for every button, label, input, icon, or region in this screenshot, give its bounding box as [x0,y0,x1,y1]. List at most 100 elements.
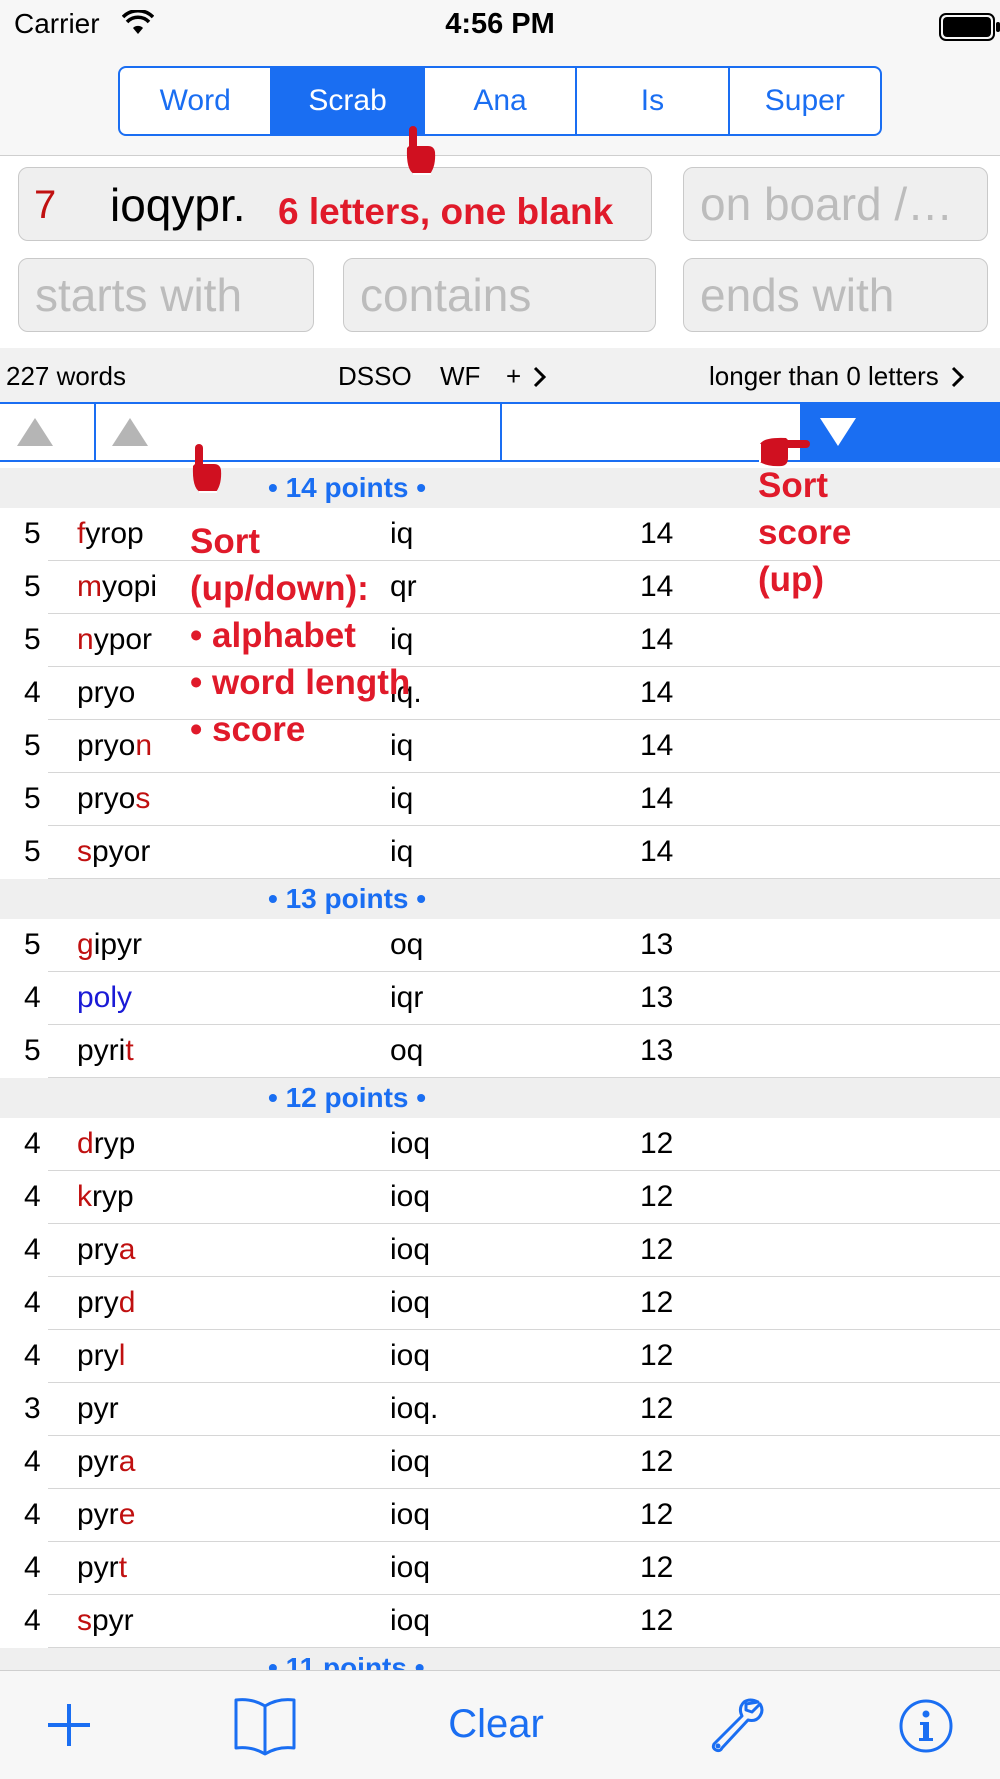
unused-letters: ioq [390,1339,431,1372]
unused-letters: ioq. [390,1392,439,1425]
word-score: 12 [640,1286,674,1319]
unused-letters: ioq [390,1127,431,1160]
word-score: 14 [640,570,674,603]
list-item[interactable]: 4 pryl ioq 12 [0,1330,1000,1383]
word-text: pyre [77,1498,136,1531]
word-text: dryp [77,1127,136,1160]
list-item[interactable]: 4 pryo iq. 14 [0,667,1000,720]
list-item[interactable]: 4 pyra ioq 12 [0,1436,1000,1489]
contains-placeholder: contains [360,269,532,321]
list-item[interactable]: 4 pryd ioq 12 [0,1277,1000,1330]
list-item[interactable]: 3 pyr ioq. 12 [0,1383,1000,1436]
word-score: 12 [640,1180,674,1213]
starts-with-field[interactable]: starts with [18,258,314,332]
word-text: pyr [77,1392,119,1425]
word-text: kryp [77,1180,134,1213]
letter-count: 7 [34,183,57,227]
book-icon[interactable] [232,1696,298,1756]
word-length: 4 [24,1498,41,1531]
word-length: 5 [24,623,41,656]
sort-annotation: Sort (up/down): • alphabet • word length • s… [190,518,410,753]
word-score: 14 [640,782,674,815]
sort-by-length-button[interactable] [0,404,94,460]
ends-with-field[interactable]: ends with [683,258,988,332]
chevron-right-icon [951,366,965,388]
word-text: pyra [77,1445,136,1478]
battery-icon [939,13,1000,41]
word-length: 4 [24,981,41,1014]
mode-tab-super[interactable]: Super [727,68,880,134]
word-length: 5 [24,1034,41,1067]
starts-with-placeholder: starts with [35,269,243,321]
sort-alphabet-button[interactable] [96,404,500,460]
word-length: 3 [24,1392,41,1425]
unused-letters: iq [390,835,414,868]
word-text: pryl [77,1339,126,1372]
word-score: 14 [640,676,674,709]
sort-score-button[interactable] [800,404,1000,460]
unused-letters: oq [390,928,424,961]
on-board-field[interactable]: on board /… [683,167,988,241]
summary-bar: 227 words DSSO WF + longer than 0 letter… [0,348,1000,402]
unused-letters: ioq [390,1604,431,1637]
annotation-line: • word length [190,663,411,702]
wf-button[interactable]: WF [440,361,480,392]
mode-tab-scrab[interactable]: Scrab [270,68,423,134]
word-length: 5 [24,835,41,868]
section-label: • 12 points • [268,1082,427,1113]
list-item[interactable]: 4 pyre ioq 12 [0,1489,1000,1542]
list-item[interactable]: 5 pryon iq 14 [0,720,1000,773]
word-text: myopi [77,570,158,603]
unused-letters: ioq [390,1286,431,1319]
word-text: poly [77,981,133,1014]
word-score: 12 [640,1445,674,1478]
list-item[interactable]: 5 spyor iq 14 [0,826,1000,879]
mode-segmented-control[interactable]: Word Scrab Ana Is Super [118,66,882,136]
word-text: fyrop [77,517,144,550]
word-text: pyrt [77,1551,128,1584]
list-item[interactable]: 4 prya ioq 12 [0,1224,1000,1277]
annotation-line: (up/down): [190,569,369,608]
word-text: pyrit [77,1034,134,1067]
list-item[interactable]: 5 nypor iq 14 [0,614,1000,667]
word-score: 12 [640,1604,674,1637]
plus-icon[interactable] [46,1702,92,1748]
mode-tab-ana[interactable]: Ana [422,68,575,134]
word-score: 13 [640,1034,674,1067]
annotation-line: score [758,513,852,552]
word-length: 5 [24,729,41,762]
section-label: • 14 points • [268,472,427,503]
word-score: 14 [640,729,674,762]
plus-options-button[interactable]: + [506,361,548,392]
list-item[interactable]: 4 kryp ioq 12 [0,1171,1000,1224]
word-count: 227 words [6,361,126,391]
mode-tab-word[interactable]: Word [120,68,270,134]
mode-tab-is[interactable]: Is [575,68,727,134]
info-icon[interactable] [898,1698,954,1754]
list-item[interactable]: 5 pyrit oq 13 [0,1025,1000,1078]
word-length: 4 [24,1180,41,1213]
annotation-line: (up) [758,560,825,599]
list-item[interactable]: 5 gipyr oq 13 [0,919,1000,972]
list-item[interactable]: 4 poly iqr 13 [0,972,1000,1025]
list-item[interactable]: 4 dryp ioq 12 [0,1118,1000,1171]
list-item[interactable]: 4 spyr ioq 12 [0,1595,1000,1648]
length-filter-button[interactable]: longer than 0 letters [709,361,966,392]
list-item[interactable]: 4 pyrt ioq 12 [0,1542,1000,1595]
section-header: • 13 points • [0,879,1000,919]
plus-label: + [506,361,522,391]
contains-field[interactable]: contains [343,258,656,332]
chevron-right-icon [534,366,547,388]
wrench-icon[interactable] [706,1696,764,1754]
pointing-hand-icon [759,437,810,467]
pointing-hand-icon [406,126,436,175]
annotation-line: • score [190,710,306,749]
dictionary-button[interactable]: DSSO [338,361,412,392]
word-length: 4 [24,1604,41,1637]
word-score: 12 [640,1392,674,1425]
word-length: 5 [24,928,41,961]
word-score: 14 [640,623,674,656]
word-score: 12 [640,1498,674,1531]
clear-button[interactable]: Clear [396,1702,596,1747]
list-item[interactable]: 5 pryos iq 14 [0,773,1000,826]
